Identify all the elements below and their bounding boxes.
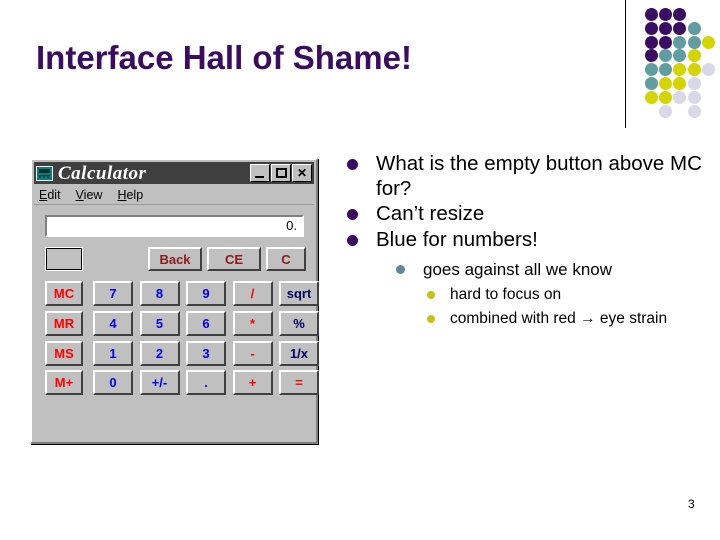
decorative-dot [659, 63, 673, 77]
decorative-dot [645, 35, 658, 49]
bullet-level3-item: combined with red → eye strain [424, 309, 720, 328]
bullet-marker-icon [347, 209, 358, 220]
menu-item-edit[interactable]: Edit [39, 188, 61, 202]
decorative-dot [701, 63, 715, 77]
calc-button-multiply[interactable]: * [232, 310, 273, 336]
bullet-text: combined with red → eye strain [450, 310, 668, 327]
bullet-list: What is the empty button above MC for? C… [344, 152, 720, 328]
page-title: Interface Hall of Shame! [36, 39, 412, 76]
calc-button-7[interactable]: 7 [93, 281, 133, 306]
decorative-dot [673, 77, 687, 90]
calculator-window: Calculator ✕ Edit View Help 0. Back CE C M… [30, 158, 319, 444]
decorative-dot [645, 90, 658, 104]
calc-button-mc[interactable]: MC [45, 281, 83, 306]
window-controls: ✕ [250, 164, 312, 182]
decorative-dot [645, 21, 658, 35]
bullet-marker-icon [347, 159, 358, 170]
calc-button-c[interactable]: C [266, 247, 306, 271]
bullet-marker-icon [396, 265, 405, 274]
bullet-text: hard to focus on [450, 286, 562, 303]
calc-button-divide[interactable]: / [232, 281, 273, 306]
calc-button-0[interactable]: 0 [93, 370, 133, 396]
calc-button-6[interactable]: 6 [186, 310, 226, 336]
bullet-text: goes against all we know [423, 260, 613, 279]
calc-button-subtract[interactable]: - [232, 340, 273, 366]
decorative-dot [673, 21, 687, 35]
bullet-level1-item: What is the empty button above MC for? [344, 152, 720, 201]
decorative-dot [659, 90, 673, 104]
calc-button-back[interactable]: Back [148, 247, 202, 271]
calc-button-4[interactable]: 4 [93, 310, 133, 336]
decorative-dot [687, 77, 701, 90]
menu-accel: V [75, 187, 84, 202]
menu-item-help[interactable]: Help [117, 188, 143, 202]
decorative-dot [687, 63, 701, 77]
calc-button-2[interactable]: 2 [139, 340, 180, 366]
bullet-text: What is the empty button above MC for? [376, 152, 702, 200]
bullet-marker-icon [427, 291, 435, 299]
calc-button-reciprocal[interactable]: 1/x [279, 340, 319, 366]
page-number: 3 [688, 497, 695, 511]
bullet-level1-item: Blue for numbers! [344, 228, 720, 253]
decorative-dot [659, 104, 673, 118]
calc-button-equals[interactable]: = [279, 370, 319, 396]
header-divider-line [625, 0, 626, 128]
calc-button-sign[interactable]: +/- [139, 370, 180, 396]
bullet-level2-item: goes against all we know [393, 259, 720, 280]
bullet-marker-icon [347, 234, 358, 246]
menu-rest: elp [126, 187, 144, 202]
bullet-marker-icon [427, 315, 435, 323]
decorative-dot [659, 8, 673, 21]
calc-button-decimal[interactable]: . [186, 370, 226, 396]
decorative-dot-grid [645, 8, 715, 120]
calc-button-m+[interactable]: M+ [45, 370, 83, 396]
maximize-button[interactable] [271, 164, 291, 182]
decorative-dot [645, 49, 658, 63]
calculator-window-title: Calculator [58, 162, 147, 184]
calc-button-percent[interactable]: % [279, 310, 319, 336]
calculator-menu-bar: Edit View Help [34, 185, 314, 205]
decorative-dot [659, 21, 673, 35]
decorative-dot [659, 49, 673, 63]
calculator-display: 0. [45, 215, 304, 237]
decorative-dot [673, 63, 687, 77]
bullet-text: Can’t resize [376, 202, 485, 225]
menu-rest: dit [47, 187, 61, 202]
empty-button[interactable] [45, 247, 83, 271]
decorative-dot [687, 35, 701, 49]
bullet-text: Blue for numbers! [376, 227, 538, 251]
bullet-level1-item: Can’t resize [344, 202, 720, 227]
close-icon[interactable]: ✕ [292, 164, 312, 182]
calc-button-mr[interactable]: MR [45, 310, 83, 336]
calc-button-sqrt[interactable]: sqrt [279, 281, 319, 306]
menu-item-view[interactable]: View [76, 188, 103, 202]
calculator-title-bar[interactable]: Calculator ✕ [34, 162, 314, 184]
calc-button-add[interactable]: + [232, 370, 273, 396]
calc-button-ms[interactable]: MS [45, 340, 83, 366]
decorative-dot [687, 90, 701, 104]
decorative-dot [645, 63, 658, 77]
calculator-icon [36, 165, 53, 181]
decorative-dot [659, 77, 673, 90]
calc-button-3[interactable]: 3 [186, 340, 226, 366]
calc-button-9[interactable]: 9 [186, 281, 226, 306]
calc-button-ce[interactable]: CE [207, 247, 261, 271]
decorative-dot [673, 90, 687, 104]
minimize-button[interactable] [250, 164, 270, 182]
menu-rest: iew [83, 187, 103, 202]
decorative-dot [687, 21, 701, 35]
decorative-dot [645, 77, 658, 90]
calc-button-5[interactable]: 5 [139, 310, 180, 336]
bullet-level3-item: hard to focus on [424, 285, 720, 304]
decorative-dot [659, 35, 673, 49]
decorative-dot [673, 49, 687, 63]
decorative-dot [645, 8, 658, 21]
decorative-dot [701, 35, 715, 49]
decorative-dot [673, 8, 687, 21]
decorative-dot [673, 35, 687, 49]
decorative-dot [687, 104, 701, 118]
calc-button-1[interactable]: 1 [93, 340, 133, 366]
calc-button-8[interactable]: 8 [139, 281, 180, 306]
decorative-dot [687, 49, 701, 63]
